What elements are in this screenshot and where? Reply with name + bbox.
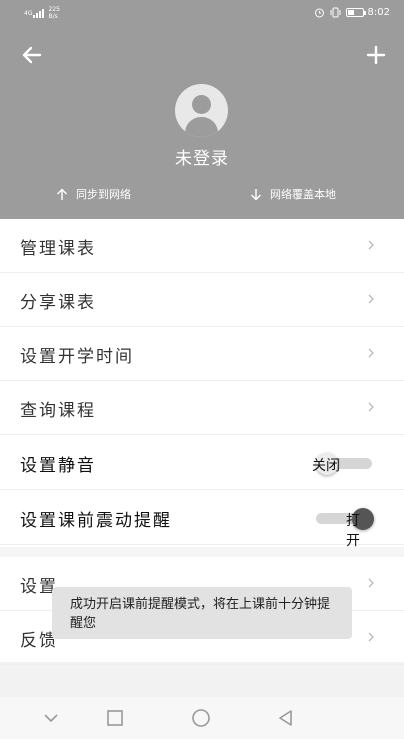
status-left: 4G 225 B/s (24, 6, 60, 20)
network-overwrite-local-label: 网络覆盖本地 (270, 188, 336, 201)
arrow-down-icon (251, 188, 261, 200)
battery-icon (345, 8, 366, 17)
home-icon[interactable] (189, 706, 213, 730)
section-divider (0, 547, 404, 557)
mute-toggle[interactable]: 关闭 (312, 453, 372, 475)
profile-header: 未登录 同步到网络 网络覆盖本地 (0, 28, 404, 219)
chevron-right-icon (368, 632, 374, 642)
arrow-up-icon (57, 188, 67, 200)
network-type: 4G (24, 9, 33, 17)
menu-item-vibrate-reminder: 设置课前震动提醒 打开 (0, 491, 404, 549)
vibrate-icon (330, 7, 341, 18)
chevron-down-icon[interactable] (39, 706, 63, 730)
menu-item-label: 查询课程 (20, 401, 96, 421)
status-bar: 4G 225 B/s 8:02 (0, 0, 404, 28)
chevron-right-icon (368, 240, 374, 250)
sync-to-network-button[interactable]: 同步到网络 (56, 186, 131, 202)
menu-item-semester-start[interactable]: 设置开学时间 (0, 327, 404, 381)
avatar[interactable] (175, 84, 228, 137)
avatar-body (185, 117, 218, 137)
back-arrow-icon[interactable] (18, 42, 46, 68)
toast-message: 成功开启课前提醒模式，将在上课前十分钟提醒您 (52, 587, 352, 639)
mute-state-label: 关闭 (312, 458, 340, 474)
status-right: 8:02 (314, 7, 390, 18)
username-label[interactable]: 未登录 (0, 144, 404, 169)
menu-item-label: 管理课表 (20, 239, 96, 259)
speed-unit: B/s (48, 13, 58, 20)
vibrate-reminder-toggle[interactable]: 打开 (316, 508, 374, 549)
signal-icon (33, 8, 45, 18)
avatar-head (192, 95, 211, 114)
chevron-right-icon (368, 294, 374, 304)
chevron-right-icon (368, 348, 374, 358)
alarm-icon (314, 8, 324, 18)
menu-item-query-course[interactable]: 查询课程 (0, 381, 404, 435)
recent-apps-icon[interactable] (103, 706, 127, 730)
mute-label: 设置静音 (20, 456, 96, 476)
system-nav-bar (0, 697, 404, 739)
clock: 8:02 (367, 7, 390, 18)
speed-value: 225 (48, 6, 60, 13)
back-triangle-icon[interactable] (274, 706, 298, 730)
network-overwrite-local-button[interactable]: 网络覆盖本地 (250, 186, 336, 202)
network-speed: 225 B/s (48, 6, 59, 20)
menu-item-mute: 设置静音 关闭 (0, 436, 404, 490)
vibrate-state-label: 打开 (346, 513, 360, 549)
menu-item-label: 分享课表 (20, 293, 96, 313)
plus-icon[interactable] (362, 42, 390, 68)
sync-to-network-label: 同步到网络 (76, 188, 131, 201)
menu-item-label: 设置开学时间 (20, 347, 134, 367)
chevron-right-icon (368, 578, 374, 588)
chevron-right-icon (368, 402, 374, 412)
vibrate-reminder-label: 设置课前震动提醒 (20, 511, 172, 531)
menu-item-share-schedule[interactable]: 分享课表 (0, 273, 404, 327)
menu-item-manage-schedule[interactable]: 管理课表 (0, 219, 404, 273)
